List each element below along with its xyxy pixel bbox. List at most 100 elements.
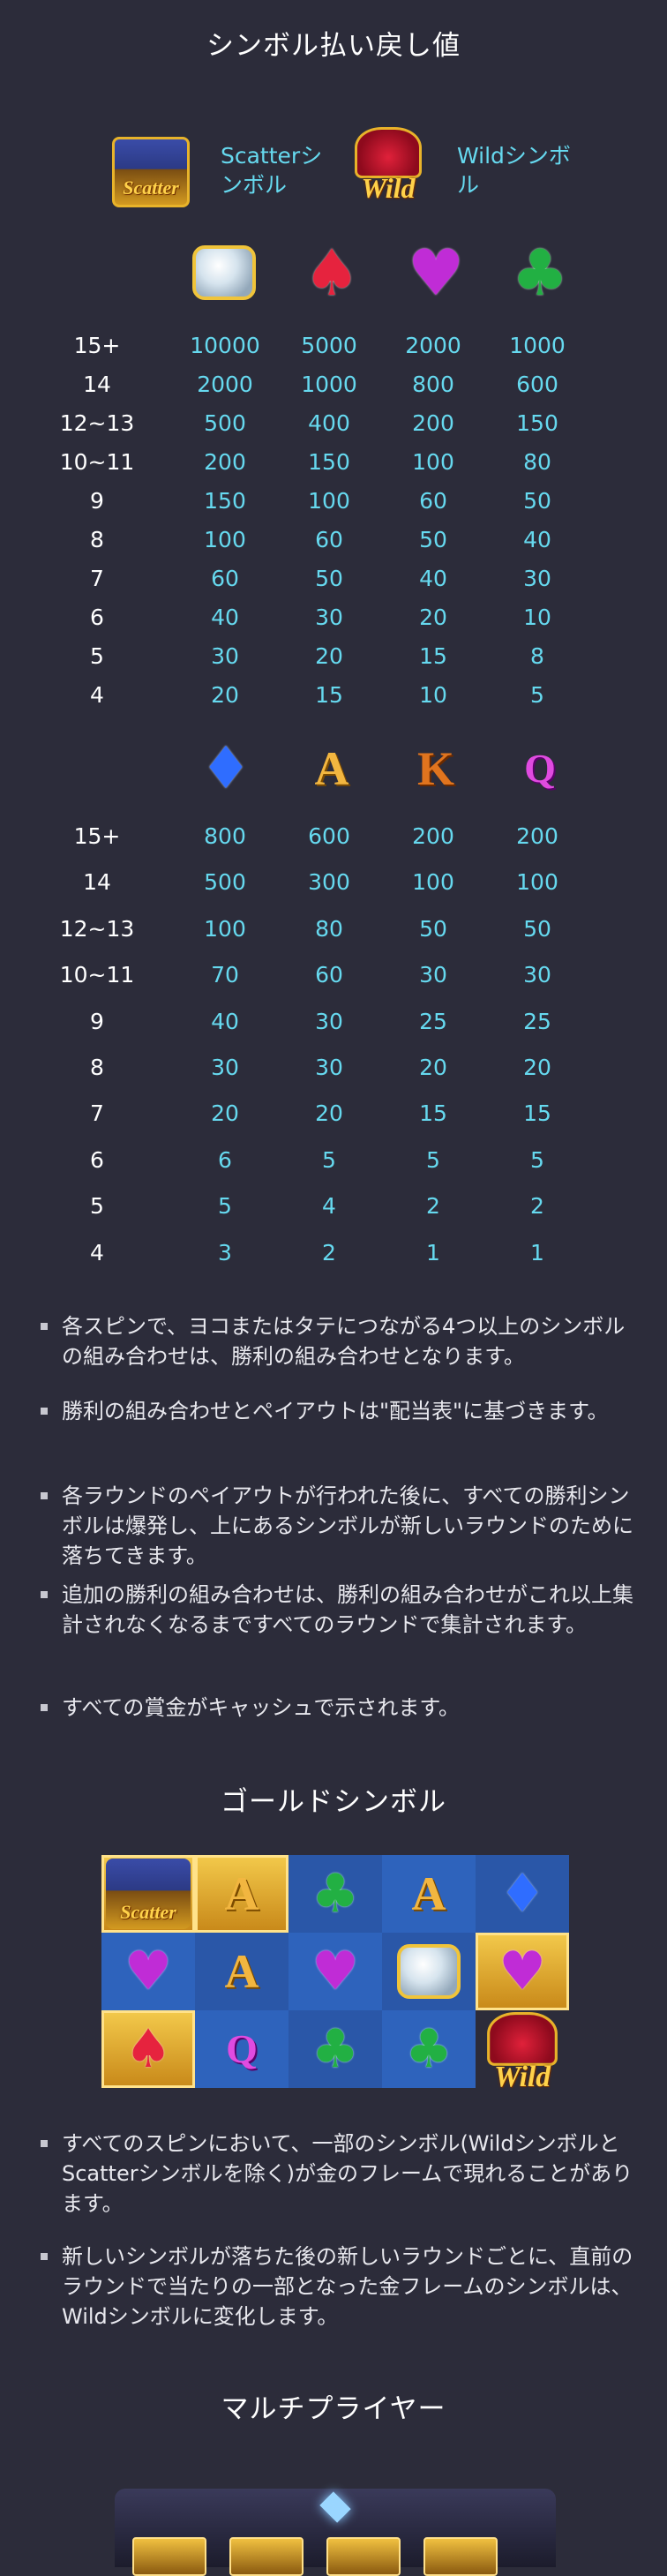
symbol-count: 14 xyxy=(83,869,111,896)
payout-value: 5 xyxy=(530,682,544,708)
rule-item: すべてのスピンにおいて、一部のシンボル(WildシンボルとScatterシンボル… xyxy=(35,2129,635,2219)
letter-k-icon: K xyxy=(416,742,454,795)
payout-value: 20 xyxy=(523,1055,551,1080)
payout-value: 15 xyxy=(419,1100,447,1127)
rule-text: 勝利の組み合わせとペイアウトは"配当表"に基づきます。 xyxy=(62,1399,609,1423)
club-icon: ♣ xyxy=(405,2018,453,2080)
club-icon: ♣ xyxy=(311,1863,359,1925)
payout-value: 150 xyxy=(516,410,558,436)
payout-value: 30 xyxy=(211,1055,239,1080)
grid-cell: A xyxy=(195,1933,289,2010)
paytable-row: 6 6 5 5 5 xyxy=(0,1143,667,1178)
grid-cell: Scatter xyxy=(101,1855,195,1933)
rule-text: すべての賞金がキャッシュで示されます。 xyxy=(62,1695,460,1720)
payout-value: 5 xyxy=(426,1146,440,1173)
symbol-count: 8 xyxy=(90,527,104,552)
paytable-row: 14 2000 1000 800 600 xyxy=(0,367,667,402)
payout-value: 600 xyxy=(308,823,350,849)
payout-value: 40 xyxy=(419,566,447,591)
heart-icon: ♥ xyxy=(124,1941,172,2002)
paytable-row: 4 20 15 10 5 xyxy=(0,678,667,713)
symbol-count: 10~11 xyxy=(59,449,135,475)
paytable-row: 5 30 20 15 8 xyxy=(0,639,667,674)
payout-value: 100 xyxy=(204,915,246,942)
payout-value: 20 xyxy=(315,643,343,669)
paytable-row: 10~11 200 150 100 80 xyxy=(0,445,667,480)
machine-slot xyxy=(132,2537,206,2576)
payout-value: 5 xyxy=(322,1146,336,1173)
payout-value: 100 xyxy=(204,527,246,552)
grid-cell: ♥ xyxy=(289,1933,382,2010)
symbol-count: 9 xyxy=(90,1008,104,1034)
payout-value: 8 xyxy=(530,643,544,669)
diamond-suit-icon: ♦ xyxy=(199,734,252,802)
symbol-count: 12~13 xyxy=(59,410,135,436)
symbol-count: 4 xyxy=(90,1239,104,1265)
paytable-row: 14 500 300 100 100 xyxy=(0,865,667,900)
payout-value: 800 xyxy=(204,823,246,849)
rule-item: 追加の勝利の組み合わせは、勝利の組み合わせがこれ以上集計されなくなるまですべての… xyxy=(35,1580,635,1640)
payout-value: 40 xyxy=(523,527,551,552)
letter-a-icon: A xyxy=(224,1867,259,1920)
payout-value: 2 xyxy=(426,1193,440,1220)
payout-value: 30 xyxy=(419,962,447,988)
payout-value: 500 xyxy=(204,410,246,436)
payout-value: 20 xyxy=(211,682,239,708)
scatter-chest-icon: Scatter xyxy=(106,1859,191,1929)
payout-value: 25 xyxy=(523,1008,551,1034)
grid-cell: A xyxy=(195,1855,289,1933)
symbol-count: 5 xyxy=(90,643,104,669)
payout-value: 100 xyxy=(412,869,454,896)
grid-cell: A xyxy=(382,1855,476,1933)
symbol-count: 4 xyxy=(90,682,104,708)
payout-value: 50 xyxy=(523,488,551,514)
symbol-count: 10~11 xyxy=(59,962,135,988)
diamond-suit-icon: ♦ xyxy=(498,1863,546,1925)
payout-value: 500 xyxy=(204,869,246,896)
scatter-text: Scatterシンボル xyxy=(221,143,323,198)
bullet-icon xyxy=(41,2140,48,2147)
symbol-count: 6 xyxy=(90,605,104,630)
payout-value: 2 xyxy=(530,1193,544,1220)
bullet-icon xyxy=(41,1591,48,1598)
payout-value: 800 xyxy=(412,372,454,397)
heart-icon: ♥ xyxy=(498,1941,546,2002)
payout-value: 30 xyxy=(211,643,239,669)
rule-item: 新しいシンボルが落ちた後の新しいラウンドごとに、直前のラウンドで当たりの一部とな… xyxy=(35,2242,635,2332)
bullet-icon xyxy=(41,1492,48,1499)
payout-value: 30 xyxy=(315,605,343,630)
rules-list: 各スピンで、ヨコまたはタテにつながる4つ以上のシンボルの組み合わせは、勝利の組み… xyxy=(35,1311,635,1735)
payout-title: シンボル払い戻し値 xyxy=(206,30,461,62)
rule-text: 各ラウンドのペイアウトが行われた後に、すべての勝利シンボルは爆発し、上にあるシン… xyxy=(62,1483,633,1568)
symbol-count: 9 xyxy=(90,488,104,514)
payout-value: 3 xyxy=(218,1239,232,1265)
symbol-count: 8 xyxy=(90,1055,104,1080)
paytable-row: 5 5 4 2 2 xyxy=(0,1189,667,1224)
payout-value: 100 xyxy=(308,488,350,514)
letter-a-icon: A xyxy=(224,1945,259,1998)
payout-value: 10 xyxy=(523,605,551,630)
payout-value: 1 xyxy=(426,1239,440,1265)
rule-text: 新しいシンボルが落ちた後の新しいラウンドごとに、直前のラウンドで当たりの一部とな… xyxy=(62,2244,633,2329)
paytable-row: 7 60 50 40 30 xyxy=(0,561,667,597)
paytable-row: 12~13 100 80 50 50 xyxy=(0,912,667,947)
payout-value: 70 xyxy=(211,962,239,988)
grid-cell: ♣ xyxy=(382,2010,476,2088)
spade-icon: ♠ xyxy=(124,2018,172,2080)
payout-value: 30 xyxy=(523,962,551,988)
paytable-row: 7 20 20 15 15 xyxy=(0,1096,667,1131)
crown-shape xyxy=(355,127,422,178)
payout-value: 150 xyxy=(308,449,350,475)
payout-value: 80 xyxy=(315,915,343,942)
symbol-count: 12~13 xyxy=(59,915,135,942)
gem-icon xyxy=(319,2491,351,2523)
payout-value: 600 xyxy=(516,372,558,397)
letter-a-icon: A xyxy=(411,1867,446,1920)
payout-value: 40 xyxy=(211,605,239,630)
payout-value: 60 xyxy=(315,527,343,552)
payout-value: 60 xyxy=(419,488,447,514)
payout-value: 2 xyxy=(322,1239,336,1265)
club-icon: ♣ xyxy=(511,236,569,310)
payout-value: 5 xyxy=(218,1193,232,1220)
payout-value: 150 xyxy=(204,488,246,514)
